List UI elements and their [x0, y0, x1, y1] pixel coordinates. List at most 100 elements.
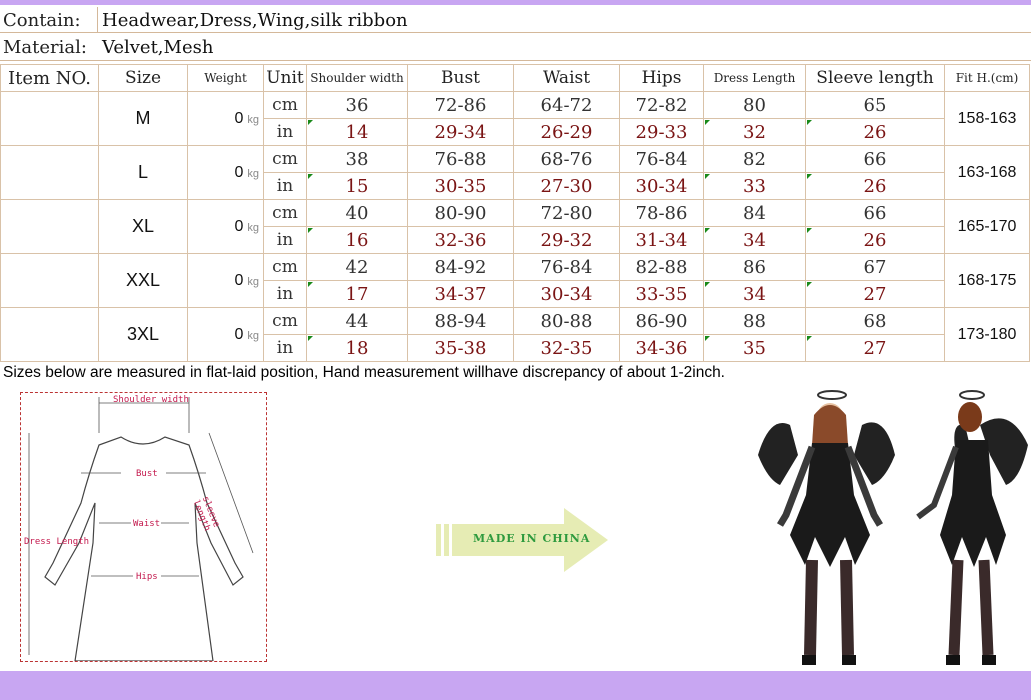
header-weight: Weight [187, 64, 264, 92]
dress-cm-cell: 84 [703, 199, 806, 227]
shoulder-cm-cell: 42 [306, 253, 408, 281]
material-row: Material: Velvet,Mesh [0, 34, 1031, 61]
fit-height-cell: 158-163 [944, 91, 1030, 146]
weight-value: 0 [234, 163, 244, 181]
shoulder-in-cell: 16 [306, 226, 408, 254]
weight-cell: 0 kg [187, 199, 264, 254]
size-cell: XL [98, 199, 188, 254]
waist-in-cell: 30-34 [513, 280, 620, 308]
header-size: Size [98, 64, 188, 92]
waist-in-cell: 27-30 [513, 172, 620, 200]
divider [97, 7, 98, 32]
hips-in-cell: 33-35 [619, 280, 704, 308]
weight-cell: 0 kg [187, 91, 264, 146]
size-cell: L [98, 145, 188, 200]
sleeve-in-cell: 26 [805, 226, 945, 254]
header-bust: Bust [407, 64, 514, 92]
dress-cm-cell: 80 [703, 91, 806, 119]
unit-cell: in [263, 280, 307, 308]
header-item: Item NO. [0, 64, 99, 92]
dress-in-cell: 32 [703, 118, 806, 146]
unit-cell: cm [263, 145, 307, 173]
header-shoulder: Shoulder width [306, 64, 408, 92]
measurement-diagram: Shoulder width Bust Waist Hips Dress Len… [20, 392, 267, 662]
diagram-hips-label: Hips [136, 572, 158, 582]
made-in-china-label: MADE IN CHINA [473, 532, 591, 545]
dress-cm-cell: 86 [703, 253, 806, 281]
waist-cm-cell: 64-72 [513, 91, 620, 119]
hips-in-cell: 30-34 [619, 172, 704, 200]
weight-value: 0 [234, 271, 244, 289]
table-body: M 0 kg cm 36 72-86 64-72 72-82 80 65 158-163 in 14 29… [0, 91, 1030, 362]
table-row: 3XL 0 kg cm 44 88-94 80-88 86-90 88 68 173-180 [0, 307, 1030, 362]
table-row: XXL 0 kg cm 42 84-92 76-84 82-88 86 67 168-175 [0, 253, 1030, 308]
unit-cell: cm [263, 91, 307, 119]
sleeve-in-cell: 26 [805, 118, 945, 146]
unit-cell: in [263, 172, 307, 200]
hips-cm-cell: 78-86 [619, 199, 704, 227]
shoulder-in-cell: 17 [306, 280, 408, 308]
item-number-cell [0, 253, 99, 308]
diagram-dress-length-label: Dress Length [24, 537, 90, 547]
unit-cell: cm [263, 307, 307, 335]
weight-cell: 0 kg [187, 145, 264, 200]
waist-cm-cell: 76-84 [513, 253, 620, 281]
bust-in-cell: 29-34 [407, 118, 514, 146]
unit-cell: cm [263, 253, 307, 281]
header-unit: Unit [263, 64, 307, 92]
item-number-cell [0, 145, 99, 200]
fit-height-cell: 173-180 [944, 307, 1030, 362]
dress-in-cell: 34 [703, 226, 806, 254]
size-cell: M [98, 91, 188, 146]
hips-cm-cell: 72-82 [619, 91, 704, 119]
fit-height-cell: 168-175 [944, 253, 1030, 308]
fit-height-cell: 165-170 [944, 199, 1030, 254]
bust-in-cell: 30-35 [407, 172, 514, 200]
sleeve-in-cell: 26 [805, 172, 945, 200]
weight-cell: 0 kg [187, 307, 264, 362]
shoulder-cm-cell: 36 [306, 91, 408, 119]
sleeve-in-cell: 27 [805, 280, 945, 308]
weight-value: 0 [234, 217, 244, 235]
unit-cell: in [263, 226, 307, 254]
model-front-photo [758, 390, 895, 665]
bust-cm-cell: 76-88 [407, 145, 514, 173]
dress-cm-cell: 88 [703, 307, 806, 335]
diagram-waist-label: Waist [133, 519, 161, 529]
bust-cm-cell: 84-92 [407, 253, 514, 281]
size-cell: 3XL [98, 307, 188, 362]
weight-unit: kg [247, 167, 259, 180]
bust-cm-cell: 72-86 [407, 91, 514, 119]
sleeve-cm-cell: 66 [805, 145, 945, 173]
header-waist: Waist [513, 64, 620, 92]
item-number-cell [0, 307, 99, 362]
dress-cm-cell: 82 [703, 145, 806, 173]
weight-value: 0 [234, 109, 244, 127]
waist-cm-cell: 68-76 [513, 145, 620, 173]
top-color-bar [0, 0, 1031, 5]
table-row: L 0 kg cm 38 76-88 68-76 76-84 82 66 163-168 [0, 145, 1030, 200]
header-row: Item NO. Size Weight Unit Shoulder width… [0, 64, 1030, 92]
weight-unit: kg [247, 329, 259, 342]
hips-in-cell: 29-33 [619, 118, 704, 146]
material-value: Velvet,Mesh [102, 37, 214, 58]
header-dress-length: Dress Length [703, 64, 806, 92]
hips-in-cell: 31-34 [619, 226, 704, 254]
waist-in-cell: 29-32 [513, 226, 620, 254]
waist-in-cell: 32-35 [513, 334, 620, 362]
bust-cm-cell: 88-94 [407, 307, 514, 335]
item-number-cell [0, 199, 99, 254]
waist-in-cell: 26-29 [513, 118, 620, 146]
bust-in-cell: 32-36 [407, 226, 514, 254]
size-cell: XXL [98, 253, 188, 308]
sleeve-in-cell: 27 [805, 334, 945, 362]
contain-value: Headwear,Dress,Wing,silk ribbon [102, 10, 408, 31]
dress-in-cell: 33 [703, 172, 806, 200]
table-row: M 0 kg cm 36 72-86 64-72 72-82 80 65 158-163 [0, 91, 1030, 146]
bust-cm-cell: 80-90 [407, 199, 514, 227]
diagram-bust-label: Bust [136, 469, 158, 479]
hips-in-cell: 34-36 [619, 334, 704, 362]
material-label: Material: [3, 37, 87, 58]
sleeve-cm-cell: 67 [805, 253, 945, 281]
table-row: XL 0 kg cm 40 80-90 72-80 78-86 84 66 165-170 [0, 199, 1030, 254]
